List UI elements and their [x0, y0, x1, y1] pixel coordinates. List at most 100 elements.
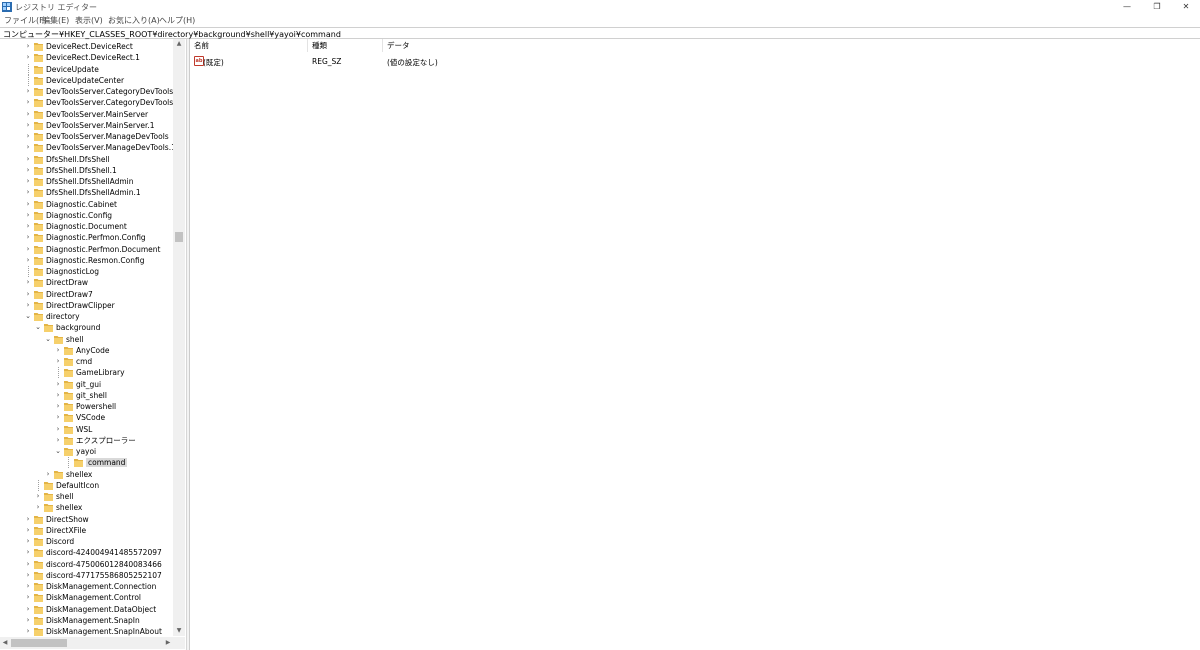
chevron-right-icon[interactable]: › — [54, 401, 62, 412]
chevron-right-icon[interactable]: › — [34, 502, 42, 513]
tree-node[interactable]: › VSCode — [0, 412, 175, 423]
tree-node[interactable]: › DiskManagement.Control — [0, 592, 175, 603]
chevron-right-icon[interactable]: › — [54, 390, 62, 401]
tree-node[interactable]: › DiskManagement.SnapInAbout — [0, 626, 175, 637]
tree-node[interactable]: › Diagnostic.Config — [0, 210, 175, 221]
tree-node[interactable]: command — [0, 457, 175, 469]
tree-node-label[interactable]: Diagnostic.Config — [46, 211, 112, 220]
chevron-right-icon[interactable]: › — [24, 199, 32, 210]
tree-node[interactable]: › shellex — [0, 502, 175, 513]
column-header-name[interactable]: 名前 — [190, 39, 308, 52]
tree-node[interactable]: DeviceUpdate — [0, 63, 175, 75]
chevron-right-icon[interactable]: › — [24, 176, 32, 187]
chevron-right-icon[interactable]: › — [54, 345, 62, 356]
tree-node-label[interactable]: Powershell — [76, 402, 116, 411]
tree-node[interactable]: › DirectDraw — [0, 277, 175, 288]
tree-node[interactable]: ⌄ directory — [0, 311, 175, 322]
tree-node[interactable]: › shell — [0, 491, 175, 502]
tree-node-label[interactable]: VSCode — [76, 413, 105, 422]
tree-node[interactable]: › cmd — [0, 356, 175, 367]
tree-node-label[interactable]: discord-475006012840083466 — [46, 560, 162, 569]
close-button[interactable]: ✕ — [1171, 0, 1200, 14]
chevron-down-icon[interactable]: ⌄ — [34, 322, 42, 333]
chevron-right-icon[interactable]: › — [24, 536, 32, 547]
tree-node[interactable]: › DevToolsServer.CategoryDevTools — [0, 86, 175, 97]
tree-node-label[interactable]: DiskManagement.SnapInAbout — [46, 627, 162, 636]
tree-node-label[interactable]: DfsShell.DfsShellAdmin.1 — [46, 188, 141, 197]
column-header-data[interactable]: データ — [383, 39, 683, 52]
tree-node[interactable]: › Diagnostic.Resmon.Config — [0, 255, 175, 266]
tree-node-label[interactable]: shellex — [66, 470, 92, 479]
tree-node-label[interactable]: DevToolsServer.MainServer.1 — [46, 121, 155, 130]
tree-node-label[interactable]: yayoi — [76, 447, 96, 456]
tree-node[interactable]: › DfsShell.DfsShell.1 — [0, 165, 175, 176]
tree-node-label[interactable]: DeviceRect.DeviceRect.1 — [46, 53, 140, 62]
tree-node[interactable]: › DirectDraw7 — [0, 289, 175, 300]
tree-node-label[interactable]: エクスプローラー — [76, 436, 136, 445]
tree-node[interactable]: › Diagnostic.Document — [0, 221, 175, 232]
chevron-down-icon[interactable]: ⌄ — [24, 311, 32, 322]
address-bar[interactable]: コンピューター¥HKEY_CLASSES_ROOT¥directory¥back… — [0, 27, 1200, 39]
scroll-down-icon[interactable]: ▼ — [173, 626, 185, 636]
tree-node-label[interactable]: GameLibrary — [76, 368, 125, 377]
tree-node[interactable]: › DfsShell.DfsShellAdmin.1 — [0, 187, 175, 198]
tree-node-label[interactable]: Diagnostic.Resmon.Config — [46, 256, 145, 265]
scroll-left-icon[interactable]: ◀ — [0, 637, 10, 649]
tree-node[interactable]: › DeviceRect.DeviceRect.1 — [0, 52, 175, 63]
chevron-right-icon[interactable]: › — [24, 581, 32, 592]
tree-node-label[interactable]: DfsShell.DfsShell — [46, 155, 110, 164]
minimize-button[interactable]: — — [1112, 0, 1142, 14]
scroll-right-icon[interactable]: ▶ — [163, 637, 173, 649]
chevron-right-icon[interactable]: › — [24, 525, 32, 536]
tree-node-label[interactable]: cmd — [76, 357, 92, 366]
tree-node-label[interactable]: git_gui — [76, 380, 101, 389]
tree-node[interactable]: › shellex — [0, 469, 175, 480]
tree-node-label[interactable]: DirectXFile — [46, 526, 86, 535]
tree-node-label[interactable]: DeviceRect.DeviceRect — [46, 42, 133, 51]
chevron-right-icon[interactable]: › — [24, 210, 32, 221]
menu-file[interactable]: ファイル(F) — [4, 15, 47, 26]
chevron-right-icon[interactable]: › — [24, 570, 32, 581]
tree-node[interactable]: ⌄ background — [0, 322, 175, 333]
tree-node-label[interactable]: DirectDraw7 — [46, 290, 93, 299]
tree-node-label[interactable]: DevToolsServer.CategoryDevTools — [46, 87, 173, 96]
tree-node[interactable]: › エクスプローラー — [0, 435, 175, 446]
chevron-right-icon[interactable]: › — [24, 109, 32, 120]
chevron-right-icon[interactable]: › — [24, 97, 32, 108]
chevron-right-icon[interactable]: › — [24, 165, 32, 176]
tree-node-label[interactable]: DiskManagement.DataObject — [46, 605, 156, 614]
tree-node[interactable]: › AnyCode — [0, 345, 175, 356]
tree-node[interactable]: GameLibrary — [0, 367, 175, 379]
tree-node-label[interactable]: Diagnostic.Document — [46, 222, 127, 231]
tree-node[interactable]: › DevToolsServer.ManageDevTools.1 — [0, 142, 176, 153]
chevron-right-icon[interactable]: › — [54, 379, 62, 390]
chevron-right-icon[interactable]: › — [54, 412, 62, 423]
tree-node-label[interactable]: Diagnostic.Perfmon.Document — [46, 245, 160, 254]
tree-node-label[interactable]: DeviceUpdateCenter — [46, 76, 124, 85]
chevron-right-icon[interactable]: › — [24, 255, 32, 266]
chevron-right-icon[interactable]: › — [24, 154, 32, 165]
maximize-button[interactable]: ❐ — [1142, 0, 1172, 14]
menu-view[interactable]: 表示(V) — [75, 15, 103, 26]
tree-node-label[interactable]: shell — [66, 335, 83, 344]
tree-node-label[interactable]: DirectDrawClipper — [46, 301, 115, 310]
tree-node[interactable]: ⌄ yayoi — [0, 446, 175, 457]
tree-node-label[interactable]: Discord — [46, 537, 74, 546]
tree-node-label[interactable]: discord-424004941485572097 — [46, 548, 162, 557]
chevron-right-icon[interactable]: › — [24, 289, 32, 300]
tree-node[interactable]: › DevToolsServer.MainServer — [0, 109, 175, 120]
chevron-right-icon[interactable]: › — [24, 232, 32, 243]
horizontal-scroll-thumb[interactable] — [11, 639, 67, 647]
tree-node[interactable]: › WSL — [0, 424, 175, 435]
tree-node[interactable]: DiagnosticLog — [0, 266, 175, 277]
tree-node[interactable]: › DirectDrawClipper — [0, 300, 175, 311]
tree-node[interactable]: › discord-477175586805252107 — [0, 570, 175, 581]
value-row[interactable]: ab (既定) REG_SZ (値の設定なし) — [190, 56, 790, 67]
tree-node-label[interactable]: DevToolsServer.MainServer — [46, 110, 148, 119]
tree-node[interactable]: › git_shell — [0, 390, 175, 401]
tree-node[interactable]: › discord-424004941485572097 — [0, 547, 175, 558]
tree-node-label[interactable]: DiskManagement.Connection — [46, 582, 156, 591]
tree-vertical-scrollbar[interactable]: ▲ ▼ — [173, 39, 185, 636]
tree-node[interactable]: › Diagnostic.Cabinet — [0, 199, 175, 210]
chevron-right-icon[interactable]: › — [24, 187, 32, 198]
